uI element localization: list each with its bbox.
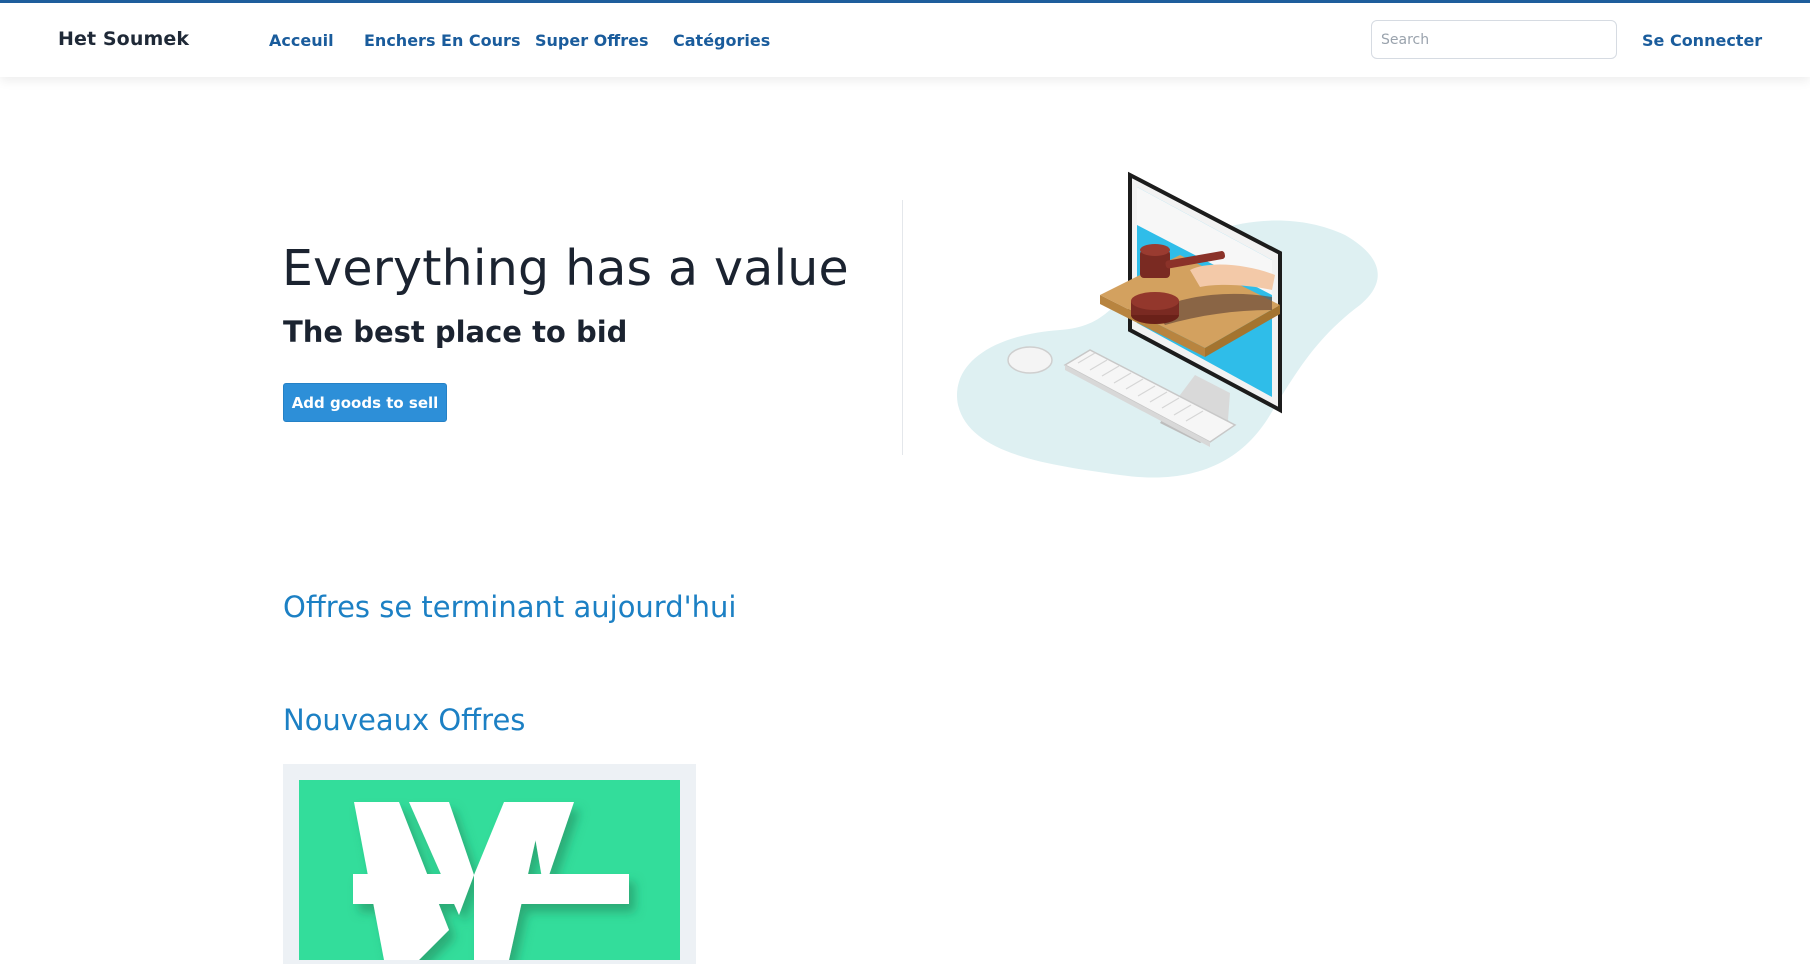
add-goods-button[interactable]: Add goods to sell — [283, 383, 447, 422]
nav-link-super-offres[interactable]: Super Offres — [535, 31, 649, 50]
computer-auction-gavel-illustration — [956, 171, 1378, 478]
login-link[interactable]: Se Connecter — [1642, 31, 1762, 50]
hero-divider — [902, 200, 903, 455]
search-input[interactable] — [1371, 20, 1617, 59]
hero-title: Everything has a value — [282, 240, 849, 297]
mouse — [1007, 346, 1053, 374]
navbar: Het Soumek Acceuil Enchers En Cours Supe… — [0, 3, 1810, 77]
section-title-ending-today: Offres se terminant aujourd'hui — [283, 590, 737, 624]
nav-link-categories[interactable]: Catégories — [673, 31, 770, 50]
offer-card-image[interactable] — [299, 780, 680, 960]
hero-subtitle: The best place to bid — [283, 315, 628, 349]
brand-logo[interactable]: Het Soumek — [58, 28, 189, 50]
nav-link-acceuil[interactable]: Acceuil — [269, 31, 334, 50]
section-title-new-offers: Nouveaux Offres — [283, 703, 526, 737]
offer-card[interactable] — [283, 764, 696, 964]
nav-link-encheres[interactable]: Enchers En Cours — [364, 31, 520, 50]
